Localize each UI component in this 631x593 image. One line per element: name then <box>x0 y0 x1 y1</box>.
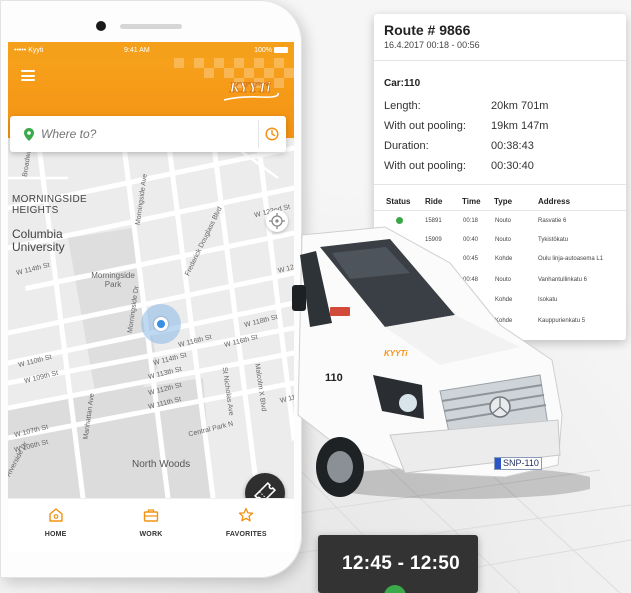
search-bar[interactable] <box>10 116 286 152</box>
license-plate: SNP-110 <box>494 457 542 470</box>
battery-percent: 100% <box>254 46 272 54</box>
nav-favorites[interactable]: FAVORITES <box>199 499 294 552</box>
nav-favorites-label: FAVORITES <box>225 531 267 538</box>
eta-status-dot <box>384 585 406 593</box>
home-icon <box>48 508 63 522</box>
campus-label: Columbia University <box>12 227 65 254</box>
nav-home[interactable]: HOME <box>8 499 103 552</box>
location-pin-icon <box>24 127 34 141</box>
speaker <box>120 24 182 29</box>
status-time: 9:41 AM <box>124 46 150 54</box>
clock-icon[interactable] <box>265 127 279 141</box>
taxi-van-illustration <box>292 226 590 499</box>
car-label: Car:110 <box>384 78 421 89</box>
van-number: 110 <box>325 372 343 384</box>
nav-work-label: WORK <box>139 531 163 538</box>
status-bar: ••••• Kyyti 9:41 AM 100% <box>8 42 294 58</box>
woods-label: North Woods <box>132 459 191 470</box>
stat-label: With out pooling: <box>384 120 466 132</box>
van-logo: KYYTi <box>384 349 408 358</box>
bottom-nav: HOME WORK FAVORITES <box>8 498 294 552</box>
briefcase-icon <box>143 509 159 522</box>
stat-value: 00:30:40 <box>491 160 534 172</box>
neighborhood-label: MORNINGSIDE HEIGHTS <box>12 194 87 216</box>
stat-label: Length: <box>384 100 421 112</box>
eta-time: 12:45 - 12:50 <box>342 553 460 574</box>
stat-value: 00:38:43 <box>491 140 534 152</box>
user-location-marker <box>141 304 181 344</box>
kyyti-logo: KYYTi <box>223 80 279 101</box>
stat-value: 20km 701m <box>491 100 549 112</box>
battery-indicator: 100% <box>254 47 288 54</box>
star-icon <box>239 507 254 522</box>
menu-line <box>21 79 35 81</box>
stat-label: With out pooling: <box>384 160 466 172</box>
route-daterange: 16.4.2017 00:18 - 00:56 <box>384 40 480 50</box>
logo-text: KYYTi <box>228 80 271 96</box>
user-location-dot <box>154 317 168 331</box>
camera <box>96 21 106 31</box>
eta-card: 12:45 - 12:50 <box>318 535 478 593</box>
divider <box>374 60 626 61</box>
divider <box>374 184 626 185</box>
park-label: Morningside Park <box>91 271 135 289</box>
divider <box>374 210 626 211</box>
column-header: Address <box>538 197 571 206</box>
column-header: Type <box>494 197 513 206</box>
menu-line <box>21 74 35 77</box>
phone-mockup: ••••• Kyyti 9:41 AM 100% KYYTi W 114th S… <box>0 0 302 578</box>
column-header: Status <box>386 197 411 206</box>
stat-value: 19km 147m <box>491 120 549 132</box>
column-header: Time <box>462 197 481 206</box>
menu-line <box>21 70 35 72</box>
stat-label: Duration: <box>384 140 429 152</box>
locate-me-button[interactable] <box>266 210 288 232</box>
nav-work[interactable]: WORK <box>103 499 198 552</box>
search-input[interactable] <box>41 127 241 141</box>
crosshair-icon <box>269 213 285 229</box>
battery-icon <box>274 47 288 53</box>
menu-button[interactable] <box>21 70 35 81</box>
carrier-label: ••••• Kyyti <box>14 46 44 54</box>
app-screen: ••••• Kyyti 9:41 AM 100% KYYTi W 114th S… <box>8 42 294 552</box>
search-divider <box>258 120 259 148</box>
route-title: Route # 9866 <box>384 22 471 38</box>
nav-home-label: HOME <box>44 531 67 538</box>
column-header: Ride <box>425 197 443 206</box>
